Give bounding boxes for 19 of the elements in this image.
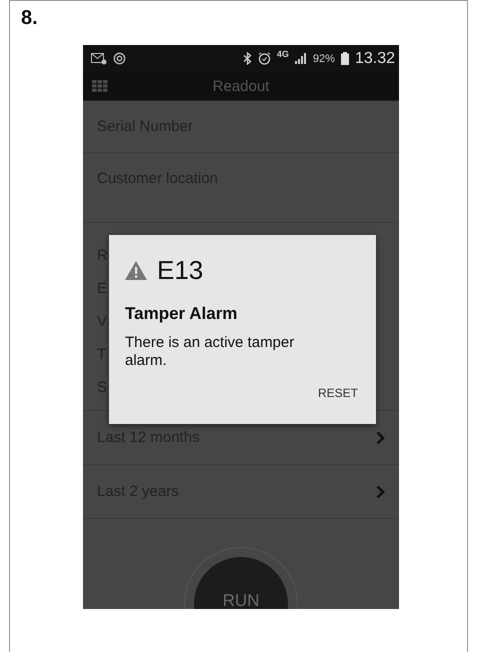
chevron-right-icon bbox=[376, 430, 385, 444]
bluetooth-icon bbox=[242, 52, 252, 65]
battery-percentage: 92% bbox=[312, 52, 335, 64]
reset-button[interactable]: RESET bbox=[312, 382, 364, 404]
step-number: 8. bbox=[21, 7, 39, 31]
dialog-title: Tamper Alarm bbox=[125, 304, 238, 324]
error-code: E13 bbox=[157, 255, 204, 286]
mail-icon bbox=[91, 52, 107, 64]
app-title: Readout bbox=[212, 78, 270, 94]
clock-time: 13.32 bbox=[354, 50, 395, 68]
warning-icon bbox=[125, 261, 147, 280]
alarm-clock-icon bbox=[258, 52, 271, 65]
run-button[interactable]: RUN bbox=[194, 557, 288, 609]
signal-icon bbox=[294, 53, 307, 64]
chevron-right-icon bbox=[376, 484, 385, 498]
network-type: 4G bbox=[276, 49, 289, 59]
battery-icon bbox=[340, 52, 349, 65]
grid-menu-icon[interactable] bbox=[92, 80, 108, 92]
dialog-message: There is an active tamper alarm. bbox=[125, 334, 296, 370]
